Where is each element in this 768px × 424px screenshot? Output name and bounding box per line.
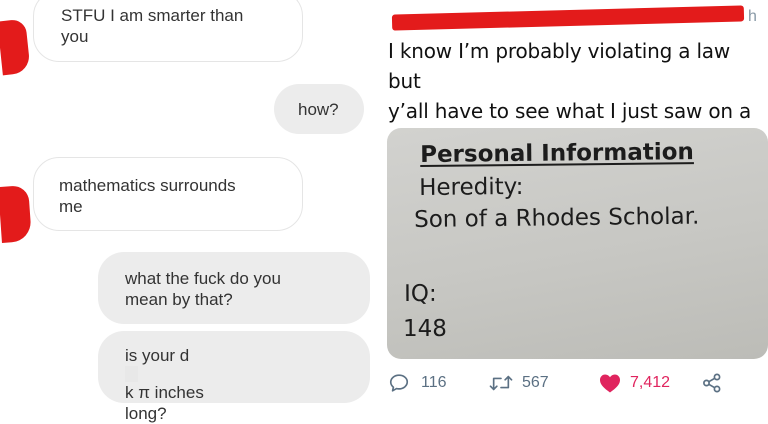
like-count: 7,412 [630,374,671,391]
message-bubble: STFU I am smarter than you [33,0,303,62]
heart-icon [600,374,620,393]
retweet-icon [489,375,513,391]
redacted-avatar [0,185,32,243]
redacted-username [391,5,745,31]
retweet-button[interactable]: 567 [488,368,549,398]
retweet-count: 567 [522,374,549,391]
censor-block [125,366,138,382]
tweet-actions: 116 567 7,412 [388,368,728,398]
chat-panel: STFU I am smarter than you how? mathemat… [0,0,380,423]
like-button[interactable]: 7,412 [598,368,670,398]
photo-iq-value: 148 [403,316,447,342]
message-bubble: what the fuck do you mean by that? [98,252,370,324]
message-bubble: is your dk π inches long? [98,331,370,423]
message-text: is your dk π inches [125,346,204,402]
message-bubble: how? [274,84,364,134]
photo-iq-label: IQ: [404,280,437,307]
reply-button[interactable]: 116 [388,368,447,398]
message-text-line2: long? [125,404,167,423]
tweet-panel: h I know I’m probably violating a law bu… [380,0,768,402]
tweet-header-fragment: h [748,8,757,25]
tweet-photo[interactable]: Personal Information Heredity: Son of a … [387,128,768,359]
message-text: mathematics surrounds me [59,176,236,216]
message-bubble: mathematics surrounds me [33,157,303,231]
share-icon [703,373,721,393]
photo-heading: Personal Information [420,139,694,168]
reply-count: 116 [421,374,447,391]
photo-heredity-value: Son of a Rhodes Scholar. [414,203,700,233]
redacted-avatar [0,18,31,76]
share-button[interactable] [702,368,722,398]
reply-icon [389,374,409,392]
photo-heredity-label: Heredity: [419,173,524,201]
message-text: STFU I am smarter than you [61,6,244,46]
message-text: how? [298,100,339,119]
message-text: what the fuck do you mean by that? [125,269,281,309]
